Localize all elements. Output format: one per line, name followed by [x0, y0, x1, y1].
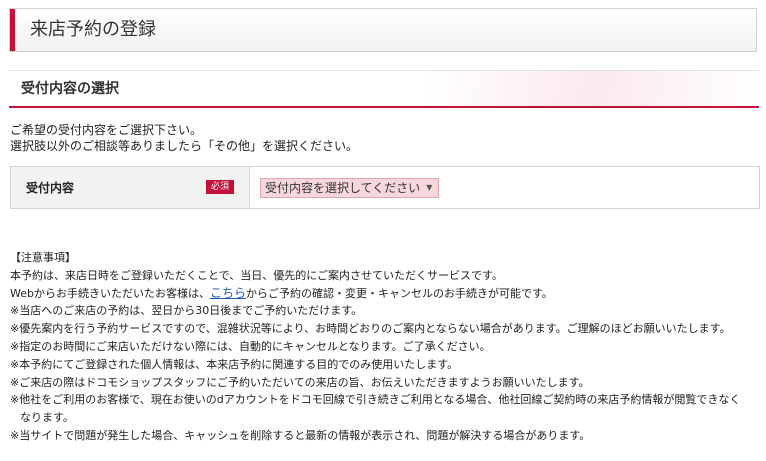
page-header: 来店予約の登録 — [9, 8, 757, 52]
notes-heading: 【注意事項】 — [10, 251, 76, 264]
notes-section: 【注意事項】 本予約は、来店日時をご登録いただくことで、当日、優先的にご案内させ… — [10, 249, 760, 445]
section-underline — [9, 106, 759, 108]
note-line-9: ※当サイトで問題が発生した場合、キャッシュを削除すると最新の情報が表示され、問題… — [10, 428, 591, 442]
dropdown-arrow-icon: ▼ — [426, 183, 433, 192]
required-badge: 必須 — [205, 180, 234, 194]
note-line-2-prefix: Webからお手続きいただいたお客様は、 — [10, 286, 210, 300]
header-accent-bar — [10, 9, 15, 51]
note-line-8b: なります。 — [20, 411, 74, 425]
note-line-5: ※指定のお時間にご来店いただけない際には、自動的にキャンセルとなります。ご了承く… — [10, 339, 491, 353]
form-label-cell: 受付内容 必須 — [11, 167, 250, 208]
note-line-4: ※優先案内を行う予約サービスですので、混雑状況等により、お時間どおりのご案内とな… — [10, 322, 731, 336]
intro-text: ご希望の受付内容をご選択下さい。 選択肢以外のご相談等ありましたら「その他」を選… — [10, 122, 358, 154]
page-title: 来店予約の登録 — [30, 19, 156, 40]
intro-line-1: ご希望の受付内容をご選択下さい。 — [10, 123, 203, 137]
form-value-cell: 受付内容を選択してください ▼ — [250, 167, 759, 208]
section-header: 受付内容の選択 — [9, 70, 759, 108]
note-line-7: ※ご来店の際はドコモショップスタッフにご予約いただいての来店の旨、お伝えいただき… — [10, 375, 590, 389]
reception-content-select[interactable]: 受付内容を選択してください ▼ — [260, 178, 440, 198]
note-line-2-suffix: からご予約の確認・変更・キャンセルのお手続きが可能です。 — [246, 286, 553, 300]
select-value: 受付内容を選択してください — [265, 181, 421, 195]
reception-content-label: 受付内容 — [26, 181, 75, 195]
intro-line-2: 選択肢以外のご相談等ありましたら「その他」を選択ください。 — [10, 139, 359, 153]
reception-form-table: 受付内容 必須 受付内容を選択してください ▼ — [10, 166, 760, 209]
note-line-2: Webからお手続きいただいたお客様は、こちらからご予約の確認・変更・キャンセルの… — [10, 285, 760, 303]
note-line-3: ※当店へのご来店の予約は、翌日から30日後までご予約いただけます。 — [10, 304, 363, 318]
note-line-1: 本予約は、来店日時をご登録いただくことで、当日、優先的にご案内させていただくサー… — [10, 268, 503, 282]
note-line-6: ※本予約にてご登録された個人情報は、本来店予約に関連する目的でのみ使用いたします… — [10, 357, 459, 371]
section-title: 受付内容の選択 — [21, 81, 119, 97]
note-line-8a: ※他社をご利用のお客様で、現在お使いのdアカウントをドコモ回線で引き続きご利用と… — [10, 393, 741, 407]
web-procedure-link[interactable]: こちら — [210, 286, 246, 300]
